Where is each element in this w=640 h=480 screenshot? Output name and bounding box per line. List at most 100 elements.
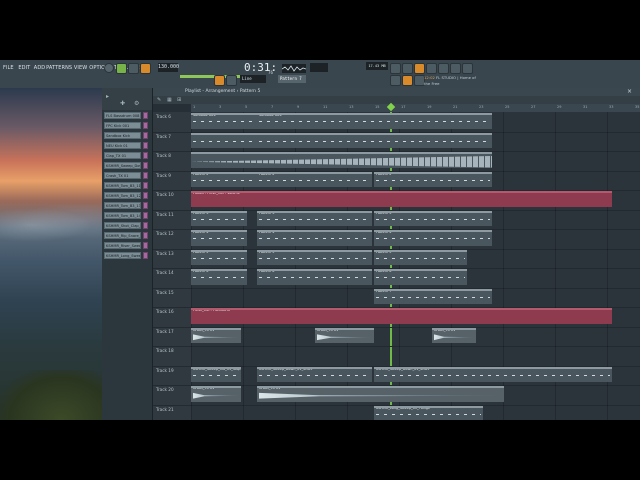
toolbar-button-5[interactable] [438, 63, 449, 74]
pattern-clip[interactable]: Sandbox Kick [191, 113, 257, 129]
pattern-clip[interactable]: Pattern 4 [257, 230, 372, 246]
automation-clip[interactable]: Fusion - Fresh_Cut - Volume [191, 191, 612, 207]
channel-select-led[interactable] [143, 182, 148, 189]
settings-icon[interactable]: ⚙ [134, 100, 139, 107]
timeline-ruler[interactable]: 1 3 5 7 9 11 13 15 17 19 21 23 25 27 29 31 33 35 [191, 104, 640, 112]
channel-button[interactable]: KSHMR_Tom_B3_14 [104, 212, 141, 219]
channel-select-led[interactable] [143, 232, 148, 239]
track-name[interactable]: Track 18 [156, 348, 174, 353]
automation-clip[interactable]: Fresh_Cut - Pitchbend [191, 308, 612, 324]
toolbar-button-6[interactable] [450, 63, 461, 74]
channel-button[interactable]: Sandbox Kick [104, 132, 141, 139]
pattern-clip[interactable]: KSHMR_Long_Sweep_01_Flange [374, 405, 483, 420]
pattern-clip[interactable] [257, 132, 492, 148]
channel-button[interactable]: KSHMR_Tom_B3_12 [104, 192, 141, 199]
menu-file[interactable]: FILE [3, 65, 14, 71]
menu-edit[interactable]: EDIT [18, 65, 30, 71]
picker-icon[interactable]: ✚ [120, 100, 125, 107]
pattern-clip[interactable]: Pattern 6 [374, 269, 467, 285]
channel-select-led[interactable] [143, 222, 148, 229]
channel-select-led[interactable] [143, 122, 148, 129]
channel-select-led[interactable] [143, 172, 148, 179]
pattern-clip[interactable]: Pattern 3 [191, 210, 247, 226]
toolbar-button-3[interactable] [414, 63, 425, 74]
record-button[interactable] [140, 63, 151, 74]
view-playlist-button[interactable] [390, 75, 401, 86]
toolbar-button-7[interactable] [462, 63, 473, 74]
pattern-clip[interactable]: KSHMR_Sweep_Ind_01_Stop [191, 366, 241, 382]
tempo-display[interactable]: 130.000 [158, 63, 179, 72]
pattern-clip[interactable] [191, 132, 257, 148]
snap-selector[interactable]: Line [240, 75, 266, 83]
pattern-clip[interactable]: Pattern 6 [191, 269, 247, 285]
pattern-clip[interactable]: Pattern 6 [257, 269, 372, 285]
track-name[interactable]: Track 20 [156, 387, 174, 392]
pattern-clip[interactable]: KSHMR_Sweep_Down_01_Short [374, 366, 612, 382]
channel-button[interactable]: KSHMR_Rip_Snare_03 [104, 232, 141, 239]
audio-clip[interactable]: Crash_TX 01 [257, 386, 504, 402]
channel-button[interactable]: KSHMR_Riser_Sweep [104, 242, 141, 249]
audio-clip[interactable]: Crash_TX 01 [315, 327, 374, 343]
pattern-clip[interactable]: KSHMR_Sweep_Down_01_Short [257, 366, 372, 382]
channel-button[interactable]: FPC Kick 001 [104, 122, 141, 129]
channel-button[interactable]: NEU Kick 01 [104, 142, 141, 149]
menu-add[interactable]: ADD [34, 65, 45, 71]
pattern-clip[interactable]: Pattern 2 [374, 171, 492, 187]
channel-select-led[interactable] [143, 212, 148, 219]
channel-select-led[interactable] [143, 252, 148, 259]
pattern-clip[interactable]: Pattern 2 [257, 171, 372, 187]
track-name[interactable]: Track 16 [156, 309, 174, 314]
track-name[interactable]: Track 14 [156, 270, 174, 275]
toolbar-button-1[interactable] [390, 63, 401, 74]
channel-select-led[interactable] [143, 112, 148, 119]
track-name[interactable]: Track 21 [156, 407, 174, 412]
channel-select-led[interactable] [143, 152, 148, 159]
channel-select-led[interactable] [143, 132, 148, 139]
channel-button[interactable]: KSHMR_Tom_B3_13 [104, 202, 141, 209]
play-button[interactable] [116, 63, 127, 74]
channel-button[interactable]: KSHMR_Shot_Clap_B [104, 222, 141, 229]
close-icon[interactable]: × [627, 88, 632, 96]
stop-button[interactable] [128, 63, 139, 74]
arrangement-grid[interactable]: Sandbox Kick Sandbox Kick Pattern 2 Pattern… [191, 112, 640, 420]
channel-select-led[interactable] [143, 202, 148, 209]
channel-select-led[interactable] [143, 192, 148, 199]
toolbar-button-4[interactable] [426, 63, 437, 74]
pattern-clip[interactable]: Pattern 3 [374, 210, 492, 226]
master-volume-knob[interactable] [104, 63, 114, 73]
channel-button[interactable]: KSHMR_Sweep_Down [104, 162, 141, 169]
playlist-titlebar[interactable]: Playlist - Arrangement › Pattern 5 × [153, 88, 640, 96]
pattern-clip[interactable]: Pattern 4 [191, 230, 247, 246]
pattern-clip[interactable]: Pattern 5 [191, 249, 247, 265]
view-piano-roll-button[interactable] [402, 75, 413, 86]
audio-clip[interactable]: Crash_TX 01 [432, 327, 476, 343]
track-name[interactable]: Track 11 [156, 212, 174, 217]
pattern-clip[interactable]: Pattern 5 [374, 249, 467, 265]
pattern-clip[interactable]: Pattern 7 [374, 288, 492, 304]
track-name[interactable]: Track 10 [156, 192, 174, 197]
channel-button[interactable]: Clap_TX 01 [104, 152, 141, 159]
paint-tool-icon[interactable]: ▦ [167, 97, 172, 103]
channel-button[interactable]: Crash_TX 01 [104, 172, 141, 179]
track-name[interactable]: Track 9 [156, 173, 171, 178]
track-name[interactable]: Track 17 [156, 329, 174, 334]
pattern-clip[interactable]: Pattern 2 [191, 171, 257, 187]
pattern-clip[interactable]: Pattern 5 [257, 249, 372, 265]
track-name[interactable]: Track 15 [156, 290, 174, 295]
channel-button[interactable]: KSHMR_Tom_B3_11 [104, 182, 141, 189]
pattern-clip[interactable]: Sandbox Kick [257, 113, 492, 129]
song-mode-button[interactable] [226, 75, 237, 86]
track-name[interactable]: Track 7 [156, 134, 171, 139]
track-name[interactable]: Track 6 [156, 114, 171, 119]
track-name[interactable]: Track 8 [156, 153, 171, 158]
channel-select-led[interactable] [143, 162, 148, 169]
channel-select-led[interactable] [143, 242, 148, 249]
channel-button[interactable]: FLS Bassdrum 008 [104, 112, 141, 119]
audio-clip[interactable]: Crash_TX 01 [191, 327, 241, 343]
channel-select-led[interactable] [143, 142, 148, 149]
toolbar-button-2[interactable] [402, 63, 413, 74]
pattern-clip[interactable]: Pattern 4 [374, 230, 492, 246]
menu-arrow-icon[interactable]: ▸ [106, 93, 109, 100]
snap-icon[interactable]: ⊞ [177, 97, 181, 103]
pattern-clip[interactable] [191, 152, 492, 168]
